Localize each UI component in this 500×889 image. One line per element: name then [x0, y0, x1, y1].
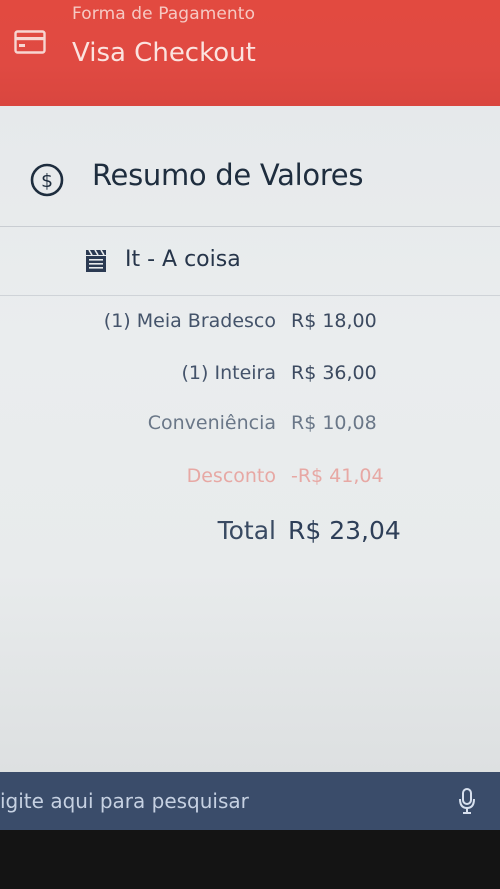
film-icon — [86, 249, 106, 272]
line-item-value: R$ 10,08 — [291, 412, 377, 434]
summary-header: $ Resumo de Valores — [0, 106, 500, 226]
credit-card-icon[interactable] — [14, 30, 46, 54]
payment-method-title[interactable]: Visa Checkout — [72, 38, 256, 68]
payment-method-label: Forma de Pagamento — [72, 4, 256, 24]
dollar-circle-icon: $ — [30, 163, 64, 197]
line-item-label: (1) Inteira — [181, 362, 276, 384]
microphone-icon[interactable] — [458, 788, 476, 814]
total-label: Total — [217, 516, 276, 545]
line-item-label: (1) Meia Bradesco — [103, 310, 276, 332]
summary-panel: $ Resumo de Valores It - A coisa (1) Mei… — [0, 106, 500, 772]
line-item-label: Conveniência — [147, 412, 276, 434]
line-item-inteira: (1) Inteira R$ 36,00 — [0, 362, 500, 392]
event-row: It - A coisa — [0, 227, 500, 295]
summary-title: Resumo de Valores — [92, 158, 364, 192]
line-item-conveniencia: Conveniência R$ 10,08 — [0, 412, 500, 442]
line-item-desconto: Desconto -R$ 41,04 — [0, 465, 500, 495]
windows-search-bar — [0, 772, 500, 830]
svg-text:$: $ — [41, 170, 53, 192]
line-item-meia: (1) Meia Bradesco R$ 18,00 — [0, 310, 500, 340]
line-item-label: Desconto — [186, 465, 276, 487]
line-item-value: R$ 36,00 — [291, 362, 377, 384]
total-value: R$ 23,04 — [288, 516, 401, 545]
screen-bezel — [0, 830, 500, 889]
event-name: It - A coisa — [125, 247, 241, 272]
line-item-value: -R$ 41,04 — [291, 465, 384, 487]
total-row: Total R$ 23,04 — [0, 516, 500, 556]
line-item-value: R$ 18,00 — [291, 310, 377, 332]
divider — [0, 295, 500, 296]
payment-method-header: Forma de Pagamento Visa Checkout — [0, 0, 500, 106]
search-input[interactable] — [0, 772, 440, 830]
